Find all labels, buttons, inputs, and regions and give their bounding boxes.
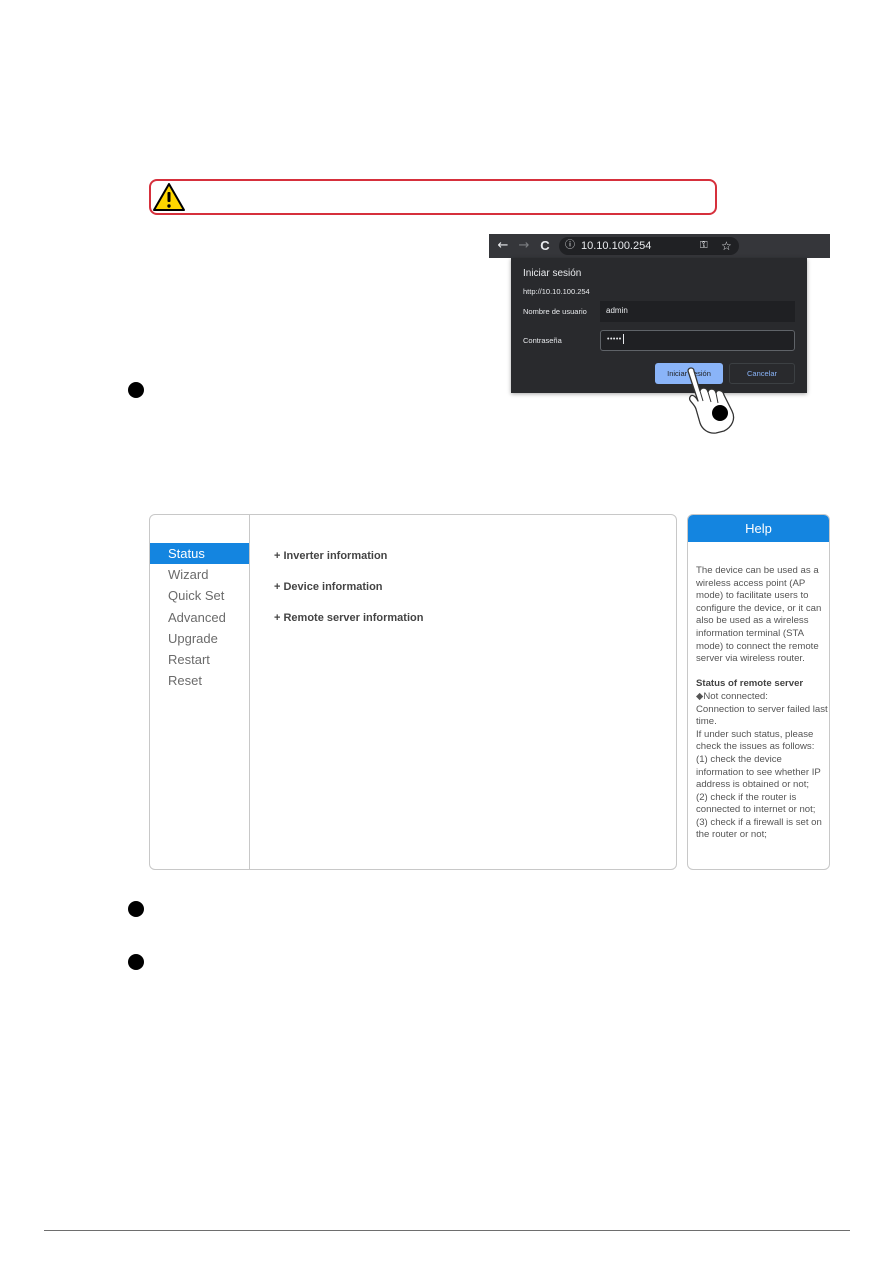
dialog-title: Iniciar sesión xyxy=(523,268,582,279)
sidebar-item-advanced[interactable]: Advanced xyxy=(150,607,249,628)
remote-server-information-toggle[interactable]: + Remote server information xyxy=(274,612,423,624)
username-label: Nombre de usuario xyxy=(523,307,587,316)
password-value: ••••• xyxy=(607,336,622,343)
footer-divider xyxy=(44,1230,850,1231)
help-line: (2) check if the router is connected to … xyxy=(696,791,816,816)
text-caret xyxy=(622,334,624,345)
warning-icon xyxy=(153,183,185,211)
sidebar-item-restart[interactable]: Restart xyxy=(150,649,249,670)
arrow-right-icon[interactable]: → xyxy=(517,234,531,258)
sidebar-item-wizard[interactable]: Wizard xyxy=(150,564,249,585)
help-line: ◆Not connected: xyxy=(696,690,768,702)
sidebar-item-quick-set[interactable]: Quick Set xyxy=(150,585,249,606)
sidebar-item-upgrade[interactable]: Upgrade xyxy=(150,628,249,649)
device-information-toggle[interactable]: + Device information xyxy=(274,581,383,593)
help-status-heading: Status of remote server xyxy=(696,678,804,690)
reload-icon[interactable]: C xyxy=(538,234,552,258)
username-field[interactable]: admin xyxy=(600,301,795,322)
bullet-marker xyxy=(128,382,144,398)
help-title: Help xyxy=(688,515,829,542)
arrow-left-icon[interactable]: ← xyxy=(496,234,510,258)
help-line: (1) check the device information to see … xyxy=(696,753,821,791)
password-label: Contraseña xyxy=(523,336,562,345)
key-icon[interactable]: ⚿ xyxy=(700,237,708,255)
help-line: If under such status, please check the i… xyxy=(696,728,815,753)
password-field[interactable]: ••••• xyxy=(600,330,795,351)
sidebar-item-status[interactable]: Status xyxy=(150,543,249,564)
help-line: (3) check if a firewall is set on the ro… xyxy=(696,816,822,841)
help-intro: The device can be used as a wireless acc… xyxy=(696,565,822,665)
info-icon[interactable]: ⓘ xyxy=(565,237,575,255)
bullet-marker xyxy=(128,954,144,970)
document-page: { "browser": { "back_icon": "arrow-left-… xyxy=(0,0,893,1263)
inverter-information-toggle[interactable]: + Inverter information xyxy=(274,550,387,562)
help-line: Connection to server failed last time. xyxy=(696,703,828,728)
warning-callout xyxy=(149,179,717,215)
dialog-url: http://10.10.100.254 xyxy=(523,287,590,296)
hand-pointer-icon xyxy=(687,367,735,434)
bullet-marker xyxy=(128,901,144,917)
star-icon[interactable]: ☆ xyxy=(721,237,732,255)
help-content: The device can be used as a wireless acc… xyxy=(696,565,828,842)
address-bar-url[interactable]: 10.10.100.254 xyxy=(581,237,651,255)
sidebar-divider xyxy=(249,515,250,869)
sidebar-item-reset[interactable]: Reset xyxy=(150,670,249,691)
